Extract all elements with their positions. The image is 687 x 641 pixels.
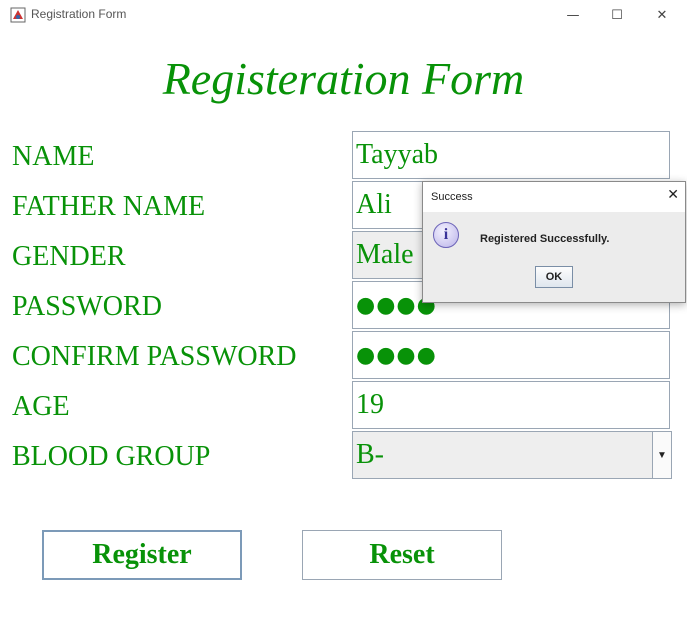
confirm-password-field[interactable]: ●●●●	[352, 331, 670, 379]
window-titlebar: Registration Form — ☐ ✕	[0, 0, 687, 30]
age-value: 19	[356, 389, 384, 420]
reset-button[interactable]: Reset	[302, 530, 502, 580]
info-icon: i	[433, 222, 459, 248]
age-field[interactable]: 19	[352, 381, 670, 429]
confirm-password-value: ●●●●	[356, 342, 437, 368]
blood-group-select[interactable]: B- ▼	[352, 431, 672, 479]
maximize-button[interactable]: ☐	[594, 0, 640, 30]
dialog-message: Registered Successfully.	[480, 233, 610, 245]
blood-group-value: B-	[356, 439, 384, 470]
name-label: NAME	[12, 141, 95, 172]
dialog-title: Success	[431, 191, 473, 203]
registration-window: Registration Form — ☐ ✕ Registeration Fo…	[0, 0, 687, 641]
father-name-value: Ali	[356, 189, 392, 220]
chevron-down-icon[interactable]: ▼	[652, 432, 671, 478]
dialog-titlebar: Success ✕	[423, 182, 685, 212]
dialog-close-button[interactable]: ✕	[667, 187, 679, 203]
name-field[interactable]: Tayyab	[352, 131, 670, 179]
ok-button[interactable]: OK	[535, 266, 573, 288]
gender-value: Male	[356, 239, 414, 270]
name-value: Tayyab	[356, 139, 439, 170]
window-title: Registration Form	[31, 7, 127, 21]
blood-group-label: BLOOD GROUP	[12, 441, 211, 472]
confirm-password-label: CONFIRM PASSWORD	[12, 341, 297, 372]
close-button[interactable]: ✕	[639, 0, 685, 30]
form-heading: Registeration Form	[162, 53, 525, 104]
success-dialog: Success ✕ i Registered Successfully. OK	[422, 181, 686, 303]
java-app-icon	[10, 7, 26, 23]
register-button[interactable]: Register	[42, 530, 242, 580]
age-label: AGE	[12, 391, 70, 422]
minimize-button[interactable]: —	[550, 0, 596, 30]
password-label: PASSWORD	[12, 291, 162, 322]
father-name-label: FATHER NAME	[12, 191, 206, 222]
gender-label: GENDER	[12, 241, 126, 272]
